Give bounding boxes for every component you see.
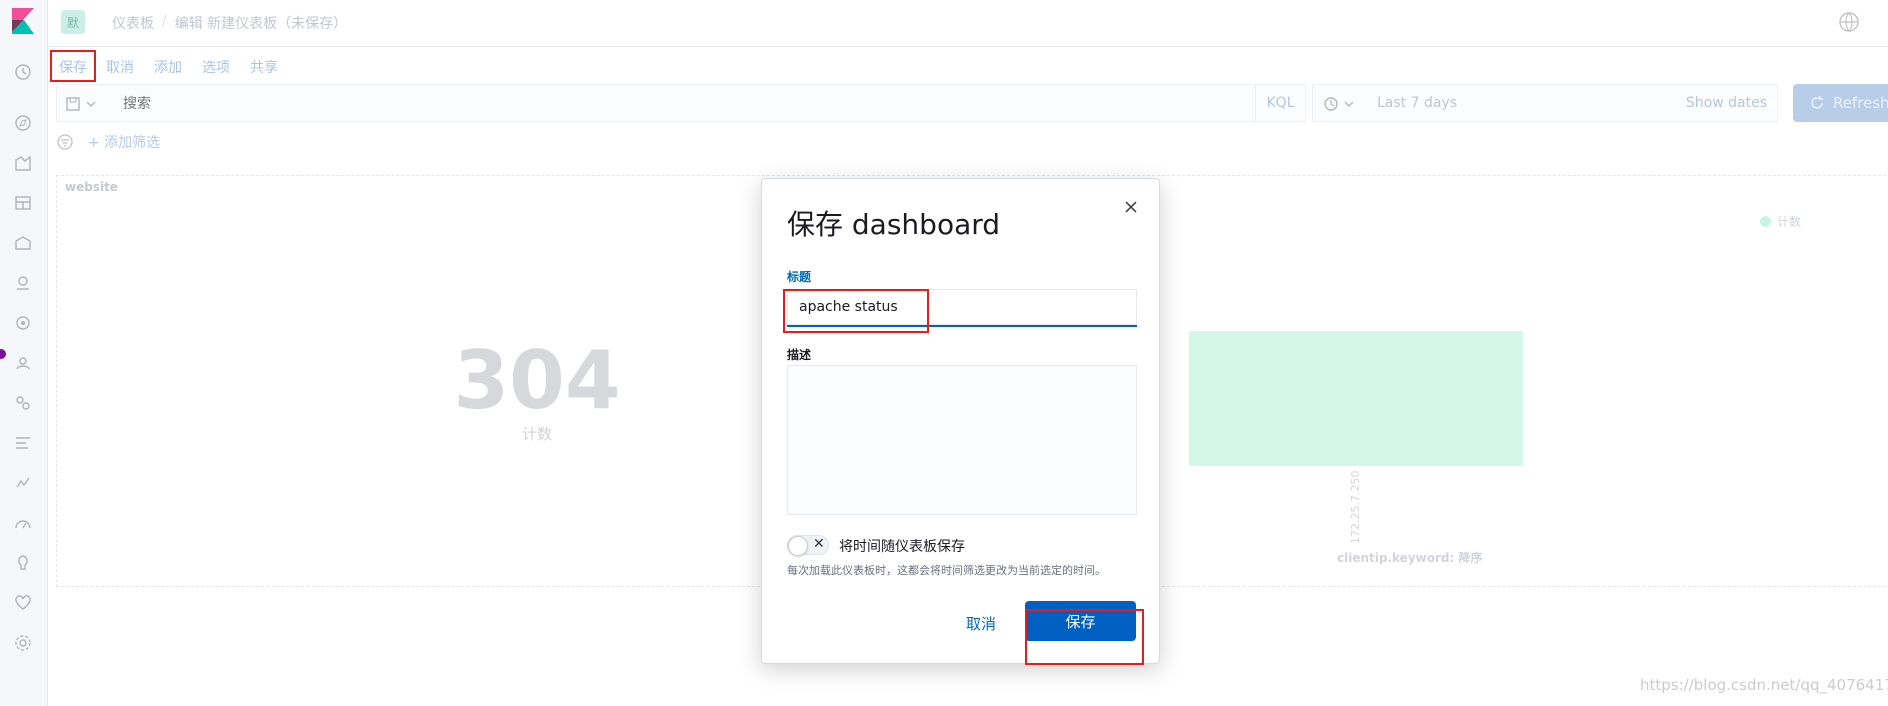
refresh-icon [1811,96,1823,109]
save-dashboard-modal: 保存 dashboard 标题 描述 ✕ 将时间随仪表板保存 每次加载此仪表板时… [761,178,1160,665]
panel-title: website [65,180,118,194]
x-axis-label: clientip.keyword: 降序 [1337,551,1483,565]
quick-menu-button[interactable] [1323,94,1363,114]
cancel-button[interactable]: 取消 [957,609,1005,637]
dashboard-icon[interactable] [12,192,34,214]
menu-cancel-link[interactable]: 取消 [96,50,144,82]
x-tick-label: 172.25.7.250 [1349,470,1362,544]
siem-icon[interactable] [12,352,34,374]
chart-legend[interactable]: 计数 [1760,213,1801,230]
toggle-knob [788,536,808,556]
metric-value: 304 [453,334,621,427]
kibana-logo-icon[interactable] [12,8,36,34]
title-input[interactable] [787,289,1137,327]
store-time-toggle[interactable]: ✕ [787,535,829,556]
breadcrumb-dashboards[interactable]: 仪表板 [112,13,154,33]
management-gear-icon[interactable] [12,632,34,654]
menu-add-link[interactable]: 添加 [144,50,192,82]
recent-icon[interactable] [12,61,34,83]
description-textarea[interactable] [787,365,1137,515]
modal-title: 保存 dashboard [787,208,1001,241]
dev-tools-icon[interactable] [12,552,34,574]
help-globe-icon[interactable] [1838,11,1860,33]
active-indicator [0,349,6,359]
description-field-label: 描述 [787,348,812,362]
refresh-label: Refresh [1833,94,1888,112]
chart-bar[interactable] [1189,331,1523,466]
discover-icon[interactable] [12,112,34,134]
apm-icon[interactable] [12,472,34,494]
refresh-button[interactable]: Refresh [1793,84,1888,122]
menu-save-link[interactable]: 保存 [50,50,96,82]
time-range-label[interactable]: Last 7 days [1377,95,1457,111]
show-dates-link[interactable]: Show dates [1686,95,1767,111]
calendar-clock-icon [1324,97,1338,111]
watermark-text: https://blog.csdn.net/qq_40764171 [1640,676,1888,694]
ml-icon[interactable] [12,312,34,334]
date-picker: Last 7 days Show dates [1312,84,1778,122]
filter-options-button[interactable] [56,132,80,152]
app-header: 默 仪表板 / 编辑 新建仪表板（未保存） [48,0,1888,47]
legend-label: 计数 [1777,215,1802,229]
filter-bar: + 添加筛选 [56,130,160,154]
maps-icon[interactable] [12,272,34,294]
close-icon[interactable] [1123,199,1139,215]
toggle-off-icon: ✕ [813,536,825,552]
store-time-label: 将时间随仪表板保存 [839,539,965,555]
top-nav-menu: 保存 取消 添加 选项 共享 [48,50,288,82]
store-time-help-text: 每次加载此仪表板时，这都会将时间筛选更改为当前选定的时间。 [787,564,1106,577]
menu-options-link[interactable]: 选项 [192,50,240,82]
visualize-icon[interactable] [12,152,34,174]
query-bar: KQL [56,84,1306,122]
saved-query-button[interactable] [65,94,105,114]
search-input[interactable] [123,93,1173,115]
breadcrumb-separator: / [162,13,167,29]
legend-color-swatch [1760,216,1771,227]
monitoring-icon[interactable] [12,592,34,614]
confirm-save-button[interactable]: 保存 [1025,601,1136,641]
filter-icon [57,134,73,150]
space-avatar[interactable]: 默 [61,10,85,34]
uptime-icon[interactable] [12,512,34,534]
chevron-down-icon [1344,101,1354,107]
add-filter-link[interactable]: + 添加筛选 [88,132,160,152]
left-nav [0,0,48,706]
breadcrumb-current: 编辑 新建仪表板（未保存） [174,16,348,32]
kql-toggle-button[interactable]: KQL [1255,85,1305,121]
title-field-label: 标题 [787,270,812,284]
breadcrumb: 仪表板 / 编辑 新建仪表板（未保存） [112,13,347,33]
logs-icon[interactable] [12,432,34,454]
metric-visualization: 304 计数 [437,341,637,444]
canvas-icon[interactable] [12,232,34,254]
menu-share-link[interactable]: 共享 [240,50,288,82]
graph-icon[interactable] [12,392,34,414]
save-disk-icon [66,97,80,111]
chevron-down-icon [86,101,96,107]
